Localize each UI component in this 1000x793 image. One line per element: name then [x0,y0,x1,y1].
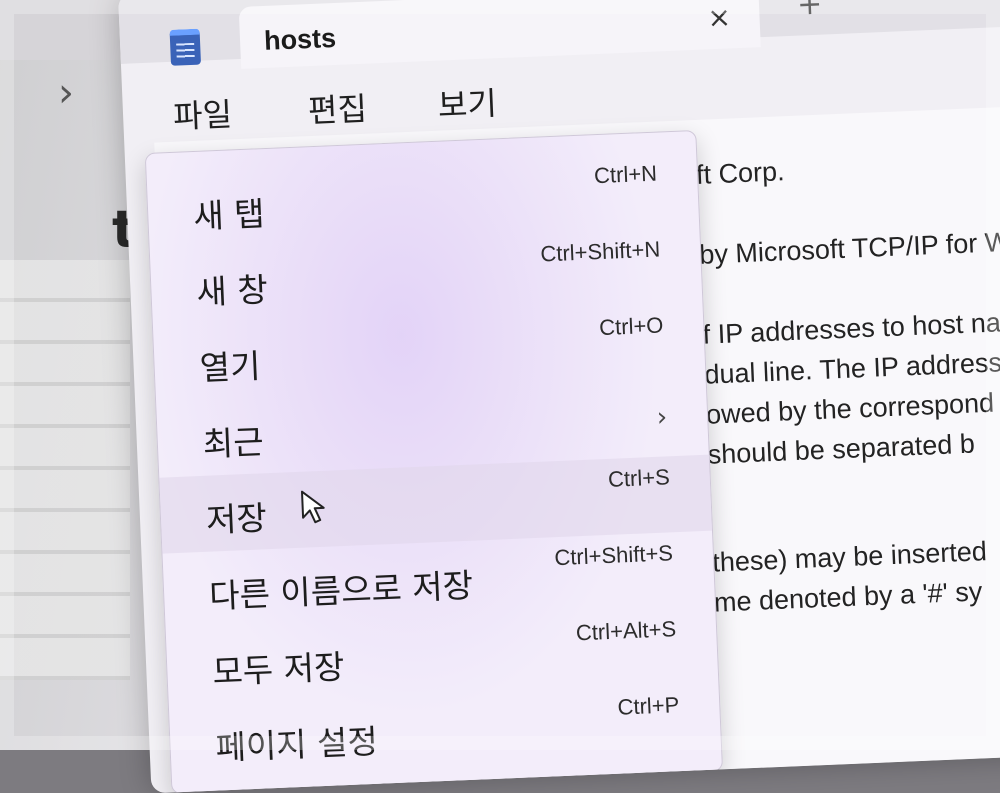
menu-item-label: 페이지 설정 [214,721,379,768]
menu-item-label: 다른 이름으로 저장 [208,565,474,616]
menu-item-shortcut: Ctrl+O [598,312,664,341]
menu-item-shortcut: Ctrl+N [593,160,658,189]
document-line: me denoted by a '#' sy [713,576,983,618]
menu-item-shortcut: Ctrl+P [617,692,680,720]
document-line: owed by the correspond [705,387,995,430]
background-chevron-icon[interactable]: › [58,70,74,116]
menu-item-label: 모두 저장 [211,647,346,692]
close-icon[interactable]: × [707,0,732,34]
menu-item-label: 열기 [198,346,262,388]
menu-item-shortcut: Ctrl+Shift+N [539,236,661,267]
file-menu-dropdown: 새 탭 Ctrl+N 새 창 Ctrl+Shift+N 열기 Ctrl+O 최근… [144,129,724,793]
tab-hosts[interactable]: hosts × [238,0,761,69]
notepad-window: hosts × + 파일 편집 보기 ft Corp. by Microsoft… [118,0,1000,793]
document-line: should be separated b [707,428,976,470]
tab-title: hosts [263,22,337,56]
menu-item-label: 최근 [202,422,265,464]
background-content [0,260,130,680]
document-line: ft Corp. [695,156,786,190]
document-line: f IP addresses to host na [702,307,1000,350]
menu-view[interactable]: 보기 [437,78,498,126]
menu-item-label: 새 탭 [192,194,266,237]
document-line: by Microsoft TCP/IP for W [698,226,1000,270]
notepad-app-icon [169,28,202,66]
mouse-cursor-icon [300,489,328,530]
menu-item-shortcut: Ctrl+S [607,464,671,492]
chevron-right-icon: › [656,402,668,433]
menu-file[interactable]: 파일 [172,89,233,137]
new-tab-icon[interactable]: + [796,0,823,23]
menu-edit[interactable]: 편집 [307,84,368,132]
menu-item-shortcut: Ctrl+Alt+S [575,616,677,646]
document-line: these) may be inserted [711,536,988,578]
menu-item-label: 새 창 [195,270,269,312]
menu-item-shortcut: Ctrl+Shift+S [553,540,674,571]
document-line: dual line. The IP address [703,347,1000,390]
menu-item-label: 저장 [205,498,268,540]
